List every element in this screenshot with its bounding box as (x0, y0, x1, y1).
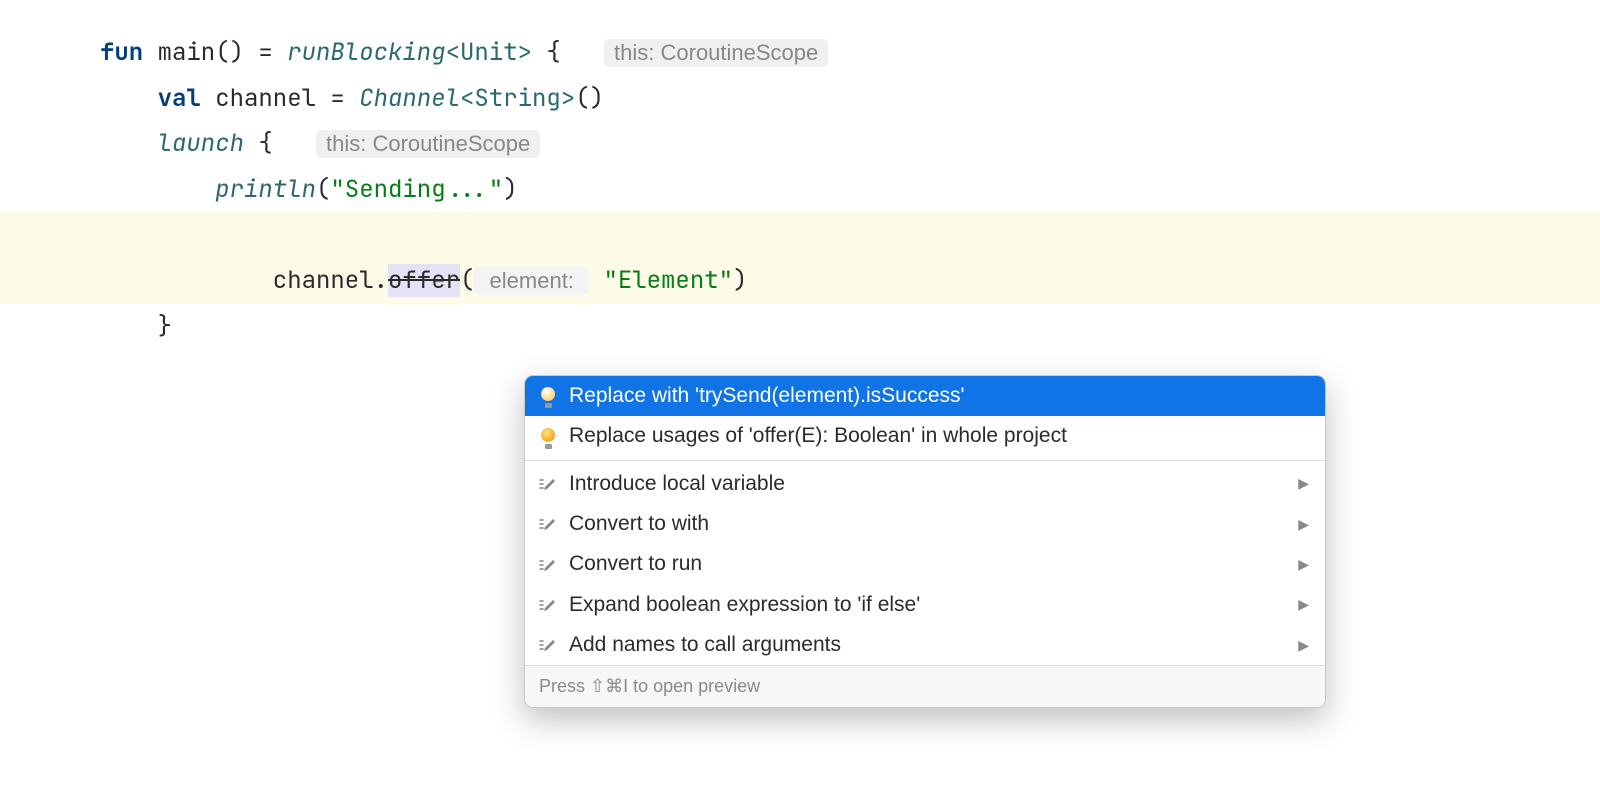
pencil-icon (539, 515, 557, 533)
intention-actions-popup[interactable]: Replace with 'trySend(element).isSuccess… (524, 375, 1326, 708)
intention-add-names-to-arguments[interactable]: Add names to call arguments ▶ (525, 625, 1325, 665)
call-channel: Channel (359, 83, 460, 114)
intention-replace-trysend[interactable]: Replace with 'trySend(element).isSuccess… (525, 376, 1325, 416)
code-line-6[interactable]: } (100, 304, 1600, 350)
inlay-param-hint-element: element: (474, 267, 589, 295)
intention-convert-to-with[interactable]: Convert to with ▶ (525, 504, 1325, 544)
code-line-4[interactable]: println("Sending...") (100, 167, 1600, 213)
intention-introduce-local-variable[interactable]: Introduce local variable ▶ (525, 464, 1325, 504)
submenu-arrow-icon: ▶ (1298, 595, 1309, 614)
intention-expand-boolean-ifelse[interactable]: Expand boolean expression to 'if else' ▶ (525, 585, 1325, 625)
pencil-icon (539, 596, 557, 614)
call-println: println (100, 174, 316, 205)
code-line-1[interactable]: fun main() = runBlocking<Unit> { this: C… (100, 30, 1600, 76)
intention-replace-usages-project[interactable]: Replace usages of 'offer(E): Boolean' in… (525, 416, 1325, 456)
submenu-arrow-icon: ▶ (1298, 555, 1309, 574)
intention-convert-to-run[interactable]: Convert to run ▶ (525, 544, 1325, 584)
code-line-2[interactable]: val channel = Channel<String>() (100, 76, 1600, 122)
popup-footer-hint: Press ⇧⌘I to open preview (525, 665, 1325, 706)
bulb-icon (539, 387, 557, 405)
submenu-arrow-icon: ▶ (1298, 636, 1309, 655)
code-line-3[interactable]: launch { this: CoroutineScope (100, 121, 1600, 167)
bulb-icon (539, 428, 557, 446)
pencil-icon (539, 475, 557, 493)
keyword-fun: fun (100, 37, 143, 68)
code-editor[interactable]: fun main() = runBlocking<Unit> { this: C… (0, 0, 1600, 349)
deprecated-offer-call: offer (388, 265, 460, 296)
inlay-hint-this-scope: this: CoroutineScope (604, 39, 828, 67)
popup-separator (525, 460, 1325, 461)
inlay-hint-this-scope: this: CoroutineScope (316, 130, 540, 158)
call-launch: launch (100, 128, 244, 159)
call-runblocking: runBlocking (287, 37, 445, 68)
submenu-arrow-icon: ▶ (1298, 515, 1309, 534)
code-line-5-highlighted[interactable]: channel.offer( element: "Element") (0, 212, 1600, 303)
pencil-icon (539, 556, 557, 574)
submenu-arrow-icon: ▶ (1298, 474, 1309, 493)
pencil-icon (539, 636, 557, 654)
